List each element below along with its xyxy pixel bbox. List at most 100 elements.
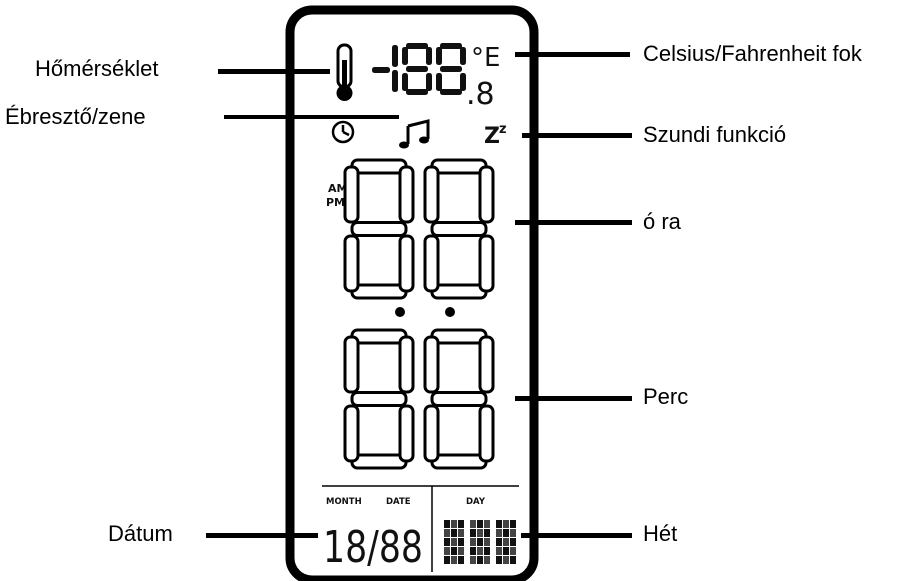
dow-cell (510, 547, 516, 555)
segment-e (436, 73, 442, 91)
segment-5 (343, 234, 360, 293)
lcd-display: °E .8 Z z AM PM MONTH DATE DAY 18/88 (285, 5, 539, 581)
dow-cell (510, 520, 516, 528)
minus-segment (372, 67, 390, 73)
dow-cell (451, 556, 457, 564)
segment-d (406, 89, 428, 95)
dow-cell (470, 547, 476, 555)
segment-e (402, 73, 408, 91)
one-top (392, 45, 398, 67)
snooze-superscript: z (499, 122, 507, 137)
dow-cell (510, 538, 516, 546)
dow-cell (496, 538, 502, 546)
dow-cell (444, 556, 450, 564)
pm-indicator: PM (326, 196, 345, 209)
dow-cell (484, 538, 490, 546)
dow-cell (503, 547, 509, 555)
dow-cell (484, 529, 490, 537)
day-label: DAY (466, 497, 486, 507)
time-digits (343, 158, 495, 470)
dow-cell (510, 529, 516, 537)
segment-4 (478, 165, 495, 224)
temperature-digits (372, 43, 466, 95)
dow-cell (503, 529, 509, 537)
clock-icon (331, 120, 355, 144)
segment-2 (430, 453, 488, 470)
dow-cell (477, 520, 483, 528)
dow-cell (496, 556, 502, 564)
dow-cell (458, 547, 464, 555)
dow-cell (477, 547, 483, 555)
month-label: MONTH (326, 497, 362, 507)
music-note-icon (399, 119, 430, 149)
dow-cell (444, 538, 450, 546)
lcd-frame (285, 5, 539, 581)
segment-4 (398, 165, 415, 224)
segment-1 (350, 221, 408, 237)
dow-cell (444, 547, 450, 555)
dow-cell (503, 538, 509, 546)
segment-0 (430, 158, 488, 175)
dow-cell (444, 529, 450, 537)
dow-cell (503, 520, 509, 528)
dow-cell (470, 538, 476, 546)
segment-2 (430, 283, 488, 300)
segment-3 (343, 165, 360, 224)
segment-a (406, 43, 428, 49)
segment-6 (478, 234, 495, 293)
dow-cell (510, 556, 516, 564)
one-bottom (392, 70, 398, 92)
dow-cell (451, 547, 457, 555)
dow-cell (470, 520, 476, 528)
segment-1 (430, 391, 488, 407)
thermometer-icon (336, 43, 353, 101)
dow-cell (477, 538, 483, 546)
segment-g (406, 66, 428, 72)
dow-cell (451, 538, 457, 546)
dow-cell (470, 529, 476, 537)
dow-cell (458, 538, 464, 546)
segment-2 (350, 283, 408, 300)
dow-cell (444, 520, 450, 528)
segment-2 (350, 453, 408, 470)
temp-decimal: .8 (466, 77, 495, 112)
dow-cell (458, 529, 464, 537)
colon-dot-right (445, 307, 455, 317)
segment-6 (398, 404, 415, 463)
dow-cell (477, 556, 483, 564)
date-value: 18/88 (323, 522, 423, 573)
day-of-week-display (444, 520, 516, 564)
segment-5 (423, 404, 440, 463)
dow-cell (477, 529, 483, 537)
dow-cell (458, 556, 464, 564)
segment-3 (423, 335, 440, 394)
segment-0 (350, 158, 408, 175)
snooze-symbol: Z (484, 124, 500, 149)
segment-6 (398, 234, 415, 293)
segment-0 (350, 328, 408, 345)
dow-cell (451, 520, 457, 528)
dow-cell (484, 520, 490, 528)
dow-cell (458, 520, 464, 528)
segment-c (426, 73, 432, 91)
segment-b (460, 47, 466, 65)
dow-cell (496, 529, 502, 537)
segment-b (426, 47, 432, 65)
segment-d (440, 89, 462, 95)
dow-cell (484, 547, 490, 555)
segment-4 (478, 335, 495, 394)
date-label: DATE (386, 497, 411, 507)
dow-cell (496, 547, 502, 555)
segment-5 (343, 404, 360, 463)
segment-a (440, 43, 462, 49)
segment-5 (423, 234, 440, 293)
dow-cell (484, 556, 490, 564)
dow-cell (470, 556, 476, 564)
dow-cell (503, 556, 509, 564)
segment-0 (430, 328, 488, 345)
dow-cell (451, 529, 457, 537)
segment-f (436, 47, 442, 65)
segment-1 (430, 221, 488, 237)
dow-cell (496, 520, 502, 528)
temp-unit-top: °E (471, 43, 500, 73)
